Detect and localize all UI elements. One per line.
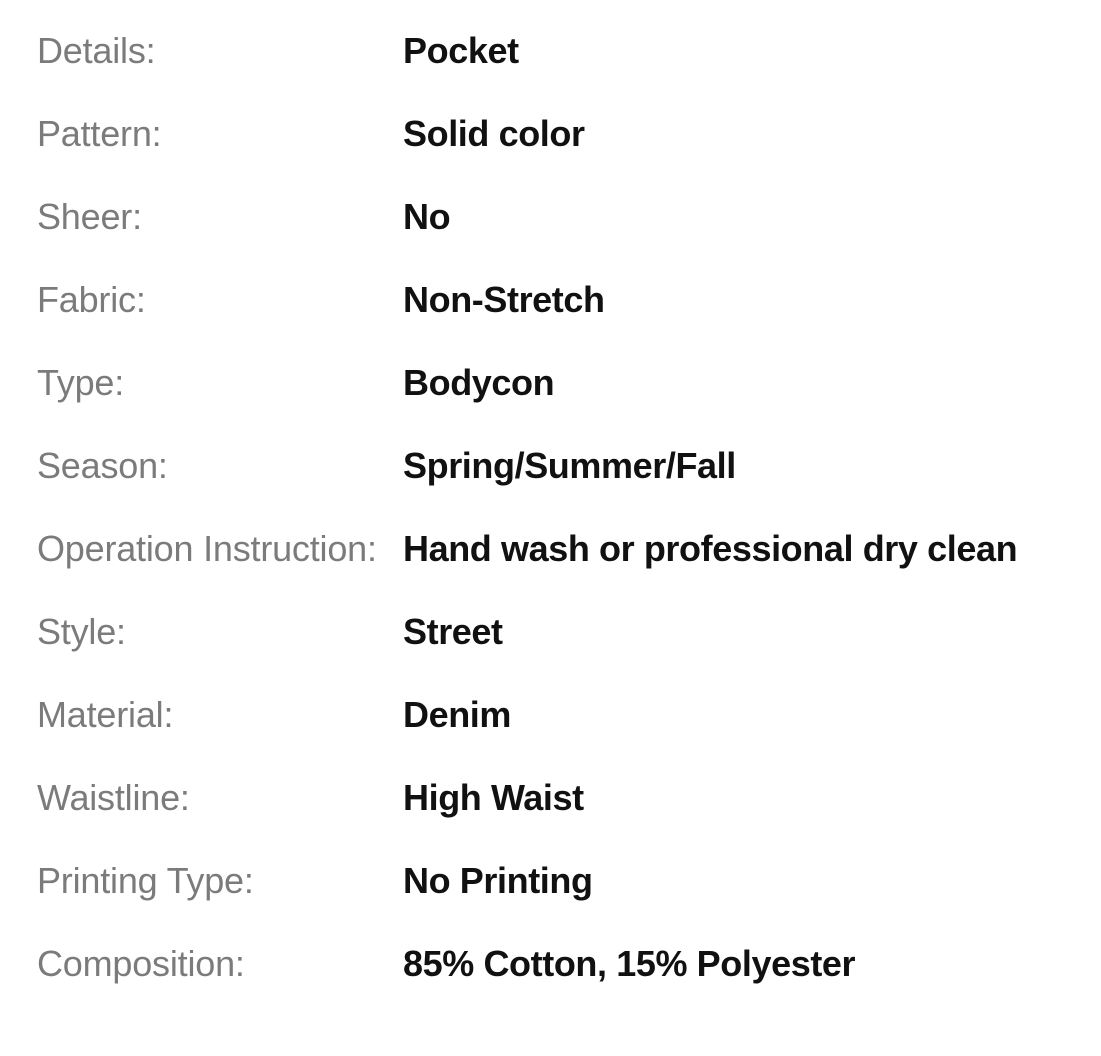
spec-label-details: Details:	[37, 30, 156, 71]
spec-value-sheer: No	[403, 196, 451, 237]
spec-value-type: Bodycon	[403, 362, 555, 403]
spec-value-details: Pocket	[403, 30, 519, 71]
spec-row-type: Type: Bodycon	[37, 360, 1091, 406]
spec-value-composition: 85% Cotton, 15% Polyester	[403, 943, 856, 984]
spec-label-waistline: Waistline:	[37, 777, 190, 818]
spec-label-fabric: Fabric:	[37, 279, 146, 320]
spec-label-pattern: Pattern:	[37, 113, 162, 154]
spec-value-waistline: High Waist	[403, 777, 584, 818]
spec-label-style: Style:	[37, 611, 126, 652]
spec-row-waistline: Waistline: High Waist	[37, 775, 1091, 821]
spec-row-fabric: Fabric: Non-Stretch	[37, 277, 1091, 323]
spec-label-operation-instruction: Operation Instruction:	[37, 528, 377, 569]
spec-row-pattern: Pattern: Solid color	[37, 111, 1091, 157]
spec-row-style: Style: Street	[37, 609, 1091, 655]
spec-label-season: Season:	[37, 445, 168, 486]
spec-value-fabric: Non-Stretch	[403, 279, 605, 320]
spec-value-printing-type: No Printing	[403, 860, 593, 901]
product-attribute-list: Details: Pocket Pattern: Solid color She…	[0, 0, 1101, 1056]
spec-row-composition: Composition: 85% Cotton, 15% Polyester	[37, 941, 1091, 987]
spec-value-style: Street	[403, 611, 503, 652]
spec-label-material: Material:	[37, 694, 174, 735]
spec-row-sheer: Sheer: No	[37, 194, 1091, 240]
spec-label-printing-type: Printing Type:	[37, 860, 254, 901]
spec-row-season: Season: Spring/Summer/Fall	[37, 443, 1091, 489]
spec-value-season: Spring/Summer/Fall	[403, 445, 736, 486]
spec-value-pattern: Solid color	[403, 113, 585, 154]
spec-row-printing-type: Printing Type: No Printing	[37, 858, 1091, 904]
spec-label-sheer: Sheer:	[37, 196, 142, 237]
spec-row-operation-instruction: Operation Instruction: Hand wash or prof…	[37, 526, 1091, 572]
spec-value-operation-instruction: Hand wash or professional dry clean	[403, 528, 1018, 569]
spec-label-composition: Composition:	[37, 943, 245, 984]
spec-value-material: Denim	[403, 694, 512, 735]
spec-row-material: Material: Denim	[37, 692, 1091, 738]
spec-label-type: Type:	[37, 362, 125, 403]
spec-row-details: Details: Pocket	[37, 28, 1091, 74]
